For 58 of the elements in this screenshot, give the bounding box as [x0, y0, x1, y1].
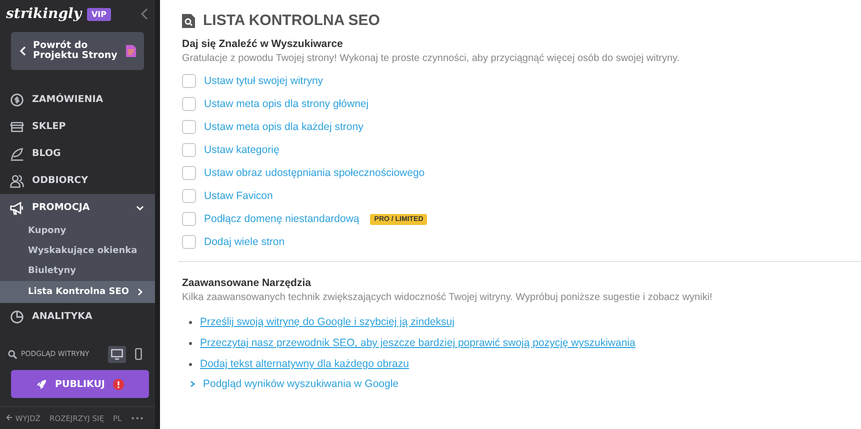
vip-badge: VIP: [87, 8, 111, 20]
preview-expander[interactable]: Podgląd wyników wyszukiwania w Google: [189, 378, 861, 390]
seo-search-icon: [182, 14, 195, 28]
people-icon: [10, 174, 24, 188]
chevron-left-icon: [19, 46, 27, 56]
collapse-icon[interactable]: [141, 8, 149, 20]
checklist-link[interactable]: Ustaw kategorię: [204, 144, 280, 156]
link[interactable]: Dodaj tekst alternatywny dla każdego obrazu: [200, 358, 409, 370]
checklist-link[interactable]: Podłącz domenę niestandardową: [204, 213, 360, 225]
chevron-icon: [189, 380, 196, 388]
checkbox[interactable]: [182, 235, 196, 249]
checkbox[interactable]: [182, 166, 196, 180]
bullet-icon: [189, 362, 192, 366]
checklist-link[interactable]: Ustaw meta opis dla każdej strony: [204, 121, 364, 133]
feather-icon: [10, 146, 24, 160]
link[interactable]: Przeczytaj nasz przewodnik SEO, aby jeszcze bardziej poprawić swoją pozycję wyszukiwania: [200, 337, 636, 349]
page-title: LISTA KONTROLNA SEO: [203, 12, 380, 29]
bullet-icon: [189, 342, 192, 344]
back-button[interactable]: Powrót do Projektu Strony: [11, 32, 144, 70]
submenu-item[interactable]: Biuletyny: [0, 261, 155, 281]
rocket-icon: [36, 378, 48, 390]
checklist-link[interactable]: Dodaj wiele stron: [204, 236, 285, 248]
checklist-link[interactable]: Ustaw meta opis dla strony głównej: [204, 98, 369, 110]
publish-button[interactable]: PUBLIKUJ: [11, 370, 149, 398]
section-description: Kilka zaawansowanych technik zwiększających widoczność Twojej witryny. Wypróbuj poniższe sugestie i zobacz wyniki!: [182, 292, 714, 303]
arrow-left-icon: [6, 414, 13, 420]
bullet-icon: [189, 320, 192, 324]
section-description: Gratulacje z powodu Twojej strony! Wykonaj te proste czynności, aby przyciągnąć więcej osób do swojej witryny.: [182, 53, 681, 64]
nav-item[interactable]: SKLEP: [0, 113, 155, 140]
submenu-item[interactable]: Wyskakujące okienka: [0, 241, 155, 261]
store-icon: [10, 120, 24, 134]
nav-item[interactable]: ZAMÓWIENIA: [0, 86, 155, 113]
logo: strikingly: [6, 6, 82, 22]
submenu-item[interactable]: Lista Kontrolna SEO: [0, 281, 155, 303]
monitor-icon[interactable]: [108, 346, 126, 362]
checkbox[interactable]: [182, 97, 196, 111]
document-icon: [126, 45, 136, 57]
checkbox[interactable]: [182, 143, 196, 157]
megaphone-icon: [10, 200, 24, 214]
nav-item[interactable]: ANALITYKA: [0, 303, 155, 330]
checkbox[interactable]: [182, 212, 196, 226]
nav-item[interactable]: PROMOCJA: [0, 194, 155, 221]
search-icon: [8, 350, 17, 358]
checkbox[interactable]: [182, 189, 196, 203]
submenu-item[interactable]: Kupony: [0, 221, 155, 241]
link[interactable]: Prześlij swoją witrynę do Google i szybciej ją zindeksuj: [200, 316, 454, 328]
checklist-link[interactable]: Ustaw tytuł swojej witryny: [204, 75, 324, 87]
section-heading: Daj się Znaleźć w Wyszukiwarce: [182, 38, 344, 50]
checkbox[interactable]: [182, 74, 196, 88]
section-heading: Zaawansowane Narzędzia: [182, 277, 312, 289]
nav-item[interactable]: BLOG: [0, 140, 155, 167]
checkbox[interactable]: [182, 120, 196, 134]
chevron-right-icon: [135, 287, 145, 297]
pie-chart-icon: [10, 310, 24, 324]
dollar-coin-icon: [10, 92, 24, 106]
nav-item[interactable]: ODBIORCY: [0, 167, 155, 194]
checklist-link[interactable]: Ustaw obraz udostępniania społecznościowego: [204, 167, 425, 179]
checklist-link[interactable]: Ustaw Favicon: [204, 190, 273, 202]
